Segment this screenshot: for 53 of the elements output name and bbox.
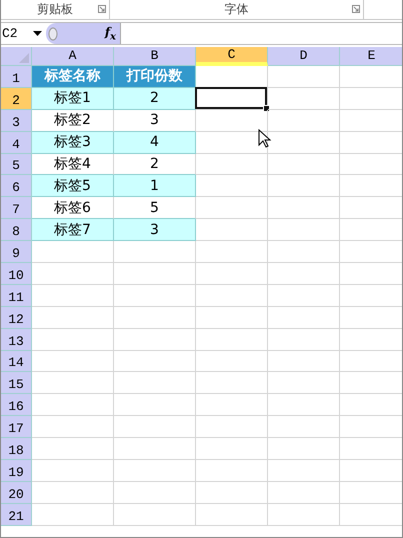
row-header[interactable]: 6 <box>1 175 32 198</box>
column-header[interactable]: D <box>268 47 340 66</box>
row-header[interactable]: 18 <box>1 438 32 460</box>
row-header[interactable]: 1 <box>1 66 32 88</box>
table-cell: 标签6 <box>32 197 114 220</box>
row-header[interactable]: 11 <box>1 284 32 307</box>
row-header[interactable]: 2 <box>1 88 32 110</box>
table-cell: 标签1 <box>32 88 114 110</box>
row-header[interactable]: 14 <box>1 350 32 372</box>
table-cell: 3 <box>114 219 196 242</box>
mouse-pointer-icon <box>258 129 272 149</box>
row-header[interactable]: 3 <box>1 110 32 132</box>
table-cell: 标签2 <box>32 110 114 132</box>
group-label: 字体 <box>224 1 248 18</box>
row-header[interactable]: 7 <box>1 197 32 220</box>
column-header[interactable]: B <box>114 47 196 66</box>
row-header[interactable]: 8 <box>1 219 32 242</box>
table-cell: 4 <box>114 132 196 154</box>
row-header[interactable]: 5 <box>1 154 32 176</box>
row-header[interactable]: 4 <box>1 132 32 154</box>
corner-triangle-icon <box>19 53 29 63</box>
resize-handle-icon[interactable] <box>48 26 58 40</box>
table-cell: 标签7 <box>32 219 114 242</box>
table-cell: 1 <box>114 175 196 198</box>
row-header[interactable]: 13 <box>1 328 32 351</box>
table-cell: 标签4 <box>32 154 114 176</box>
dialog-launcher-icon[interactable] <box>352 5 360 13</box>
column-header[interactable]: E <box>340 47 402 66</box>
table-cell: 5 <box>114 197 196 220</box>
select-all-button[interactable] <box>1 47 32 66</box>
table-cell: 3 <box>114 110 196 132</box>
row-header[interactable]: 9 <box>1 241 32 264</box>
row-header[interactable]: 12 <box>1 306 32 329</box>
row-header[interactable]: 17 <box>1 416 32 438</box>
group-label: 剪贴板 <box>37 1 73 18</box>
row-header[interactable]: 19 <box>1 460 32 482</box>
row-header[interactable]: 10 <box>1 263 32 285</box>
caret-icon <box>33 31 42 36</box>
table-cell: 2 <box>114 154 196 176</box>
table-cell: 标签3 <box>32 132 114 154</box>
column-heading-cell: 标签名称 <box>32 66 114 88</box>
row-header[interactable]: 16 <box>1 394 32 416</box>
column-header[interactable]: C <box>196 47 268 66</box>
fill-handle[interactable] <box>263 104 270 112</box>
row-header[interactable]: 15 <box>1 372 32 394</box>
column-heading-cell: 打印份数 <box>114 66 196 88</box>
row-header[interactable]: 20 <box>1 482 32 504</box>
table-cell: 标签5 <box>32 175 114 198</box>
column-header[interactable]: A <box>32 47 114 66</box>
table-cell: 2 <box>114 88 196 110</box>
insert-function-button[interactable]: f$_{x}$ <box>104 24 116 42</box>
row-header[interactable]: 21 <box>1 504 32 526</box>
dialog-launcher-icon[interactable] <box>98 5 106 13</box>
